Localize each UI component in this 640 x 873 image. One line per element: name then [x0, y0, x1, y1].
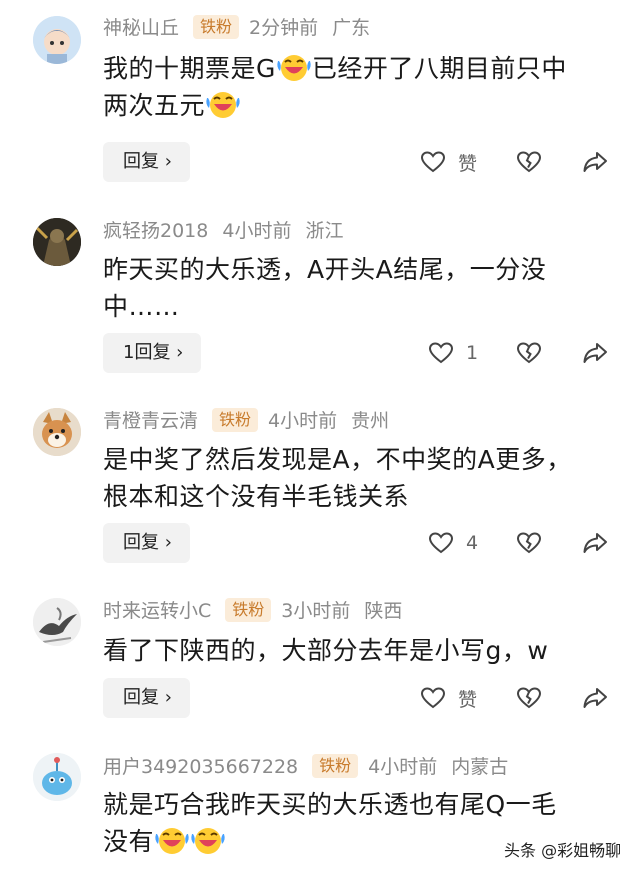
comment-actions: 赞: [418, 678, 618, 718]
broken-heart-icon: [516, 685, 542, 711]
comment-actions: 赞: [418, 142, 618, 182]
broken-heart-icon: [516, 149, 542, 175]
comment-text: 昨天买的大乐透，A开头A结尾，一分没 中……: [103, 251, 623, 325]
avatar[interactable]: [33, 408, 81, 456]
heart-outline-icon: [428, 530, 454, 556]
comment-meta: 时来运转小C 铁粉 3小时前 陕西: [103, 597, 416, 625]
location: 内蒙古: [451, 756, 509, 778]
comment-text-line: 昨天买的大乐透，A开头A结尾，一分没: [103, 255, 547, 284]
broken-heart-icon: [516, 340, 542, 366]
username[interactable]: 青橙青云清: [103, 410, 198, 432]
comment-text-line: 看了下陕西的，大部分去年是小写g，w: [103, 636, 549, 665]
comment-text-line: 根本和这个没有半毛钱关系: [103, 482, 410, 511]
fan-badge: 铁粉: [193, 15, 240, 39]
timestamp: 3小时前: [281, 600, 351, 622]
share-button[interactable]: [582, 678, 608, 718]
reply-button[interactable]: 回复 ›: [103, 142, 190, 182]
comment-text-line: 中……: [103, 292, 180, 321]
location: 广东: [332, 17, 371, 39]
broken-heart-icon: [516, 530, 542, 556]
username[interactable]: 神秘山丘: [103, 17, 179, 39]
location: 陕西: [364, 600, 403, 622]
dislike-button[interactable]: [516, 523, 542, 563]
like-button[interactable]: 赞: [420, 142, 477, 182]
avatar[interactable]: [33, 598, 81, 646]
share-button[interactable]: [582, 333, 608, 373]
comment-meta: 神秘山丘 铁粉 2分钟前 广东: [103, 14, 384, 42]
location: 浙江: [305, 220, 344, 242]
reply-button[interactable]: 1回复 ›: [103, 333, 202, 373]
timestamp: 4小时前: [222, 220, 292, 242]
share-button[interactable]: [582, 142, 608, 182]
comment-meta: 青橙青云清 铁粉 4小时前 贵州: [103, 407, 403, 435]
reply-button[interactable]: 回复 ›: [103, 523, 190, 563]
fan-badge: 铁粉: [225, 598, 272, 622]
location: 贵州: [351, 410, 390, 432]
username[interactable]: 疯轻扬2018: [103, 220, 208, 242]
username[interactable]: 用户3492035667228: [103, 756, 298, 778]
reply-button[interactable]: 回复 ›: [103, 678, 190, 718]
comment-text-line: 就是巧合我昨天买的大乐透也有尾Q一毛: [103, 790, 557, 819]
avatar[interactable]: [33, 218, 81, 266]
comment-text: 我的十期票是G 已经开了八期目前只中 两次五元: [103, 50, 623, 124]
share-arrow-icon: [582, 149, 608, 175]
timestamp: 4小时前: [268, 410, 338, 432]
fan-badge: 铁粉: [312, 754, 359, 778]
avatar[interactable]: [33, 16, 81, 64]
username[interactable]: 时来运转小C: [103, 600, 211, 622]
like-button[interactable]: 赞: [420, 678, 477, 718]
like-count: 1: [466, 342, 479, 364]
dislike-button[interactable]: [516, 333, 542, 373]
comment-text-part: 没有: [103, 827, 155, 856]
laughing-crying-emoji-icon: [190, 825, 226, 855]
comment-meta: 用户3492035667228 铁粉 4小时前 内蒙古: [103, 753, 522, 781]
comment-text-part: 已经开了八期目前只中: [311, 54, 567, 83]
comment-text-part: 我的十期票是G: [103, 54, 276, 83]
comment-text-part: 两次五元: [103, 91, 206, 120]
fan-badge: 铁粉: [212, 408, 259, 432]
laughing-crying-emoji-icon: [205, 89, 241, 119]
share-arrow-icon: [582, 340, 608, 366]
laughing-crying-emoji-icon: [276, 52, 312, 82]
heart-outline-icon: [420, 685, 446, 711]
comment-text: 看了下陕西的，大部分去年是小写g，w: [103, 632, 623, 669]
timestamp: 2分钟前: [249, 17, 319, 39]
share-button[interactable]: [582, 523, 608, 563]
share-arrow-icon: [582, 530, 608, 556]
comment-text-line: 是中奖了然后发现是A，不中奖的A更多，: [103, 445, 572, 474]
comment-text: 是中奖了然后发现是A，不中奖的A更多， 根本和这个没有半毛钱关系: [103, 441, 623, 515]
comment-meta: 疯轻扬2018 4小时前 浙江: [103, 217, 357, 245]
comment-actions: 4: [418, 523, 618, 563]
avatar[interactable]: [33, 753, 81, 801]
like-count: 赞: [458, 688, 478, 711]
laughing-crying-emoji-icon: [154, 825, 190, 855]
heart-outline-icon: [420, 149, 446, 175]
timestamp: 4小时前: [368, 756, 438, 778]
comment-actions: 1: [418, 333, 618, 373]
like-button[interactable]: 1: [428, 333, 478, 373]
watermark: 头条 @彩姐畅聊: [504, 841, 622, 860]
dislike-button[interactable]: [516, 678, 542, 718]
heart-outline-icon: [428, 340, 454, 366]
like-count: 4: [466, 532, 479, 554]
like-count: 赞: [458, 152, 478, 175]
like-button[interactable]: 4: [428, 523, 478, 563]
share-arrow-icon: [582, 685, 608, 711]
dislike-button[interactable]: [516, 142, 542, 182]
